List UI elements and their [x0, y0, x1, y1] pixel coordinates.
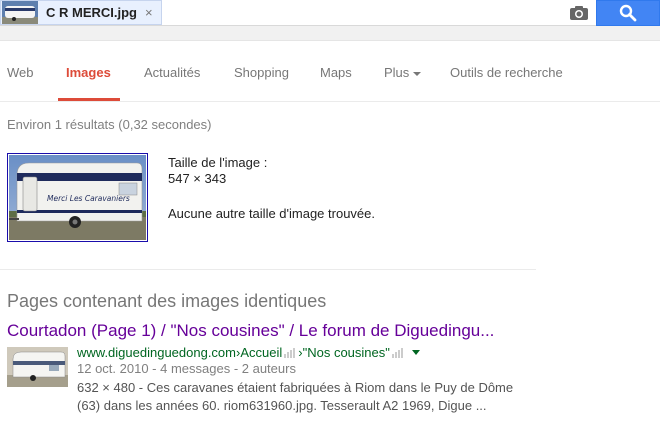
tab-actualites[interactable]: Actualités	[144, 65, 200, 80]
result-snippet: 632 × 480 - Ces caravanes étaient fabriq…	[77, 379, 517, 415]
url-part-nos-cousines[interactable]: "Nos cousines"	[303, 345, 390, 360]
url-part-accueil[interactable]: Accueil	[240, 345, 282, 360]
section-divider	[0, 269, 536, 270]
tab-web[interactable]: Web	[7, 65, 34, 80]
camera-icon[interactable]	[568, 3, 590, 23]
search-box[interactable]: C R MERCI.jpg ×	[0, 0, 596, 26]
signal-bars-icon	[391, 347, 403, 358]
url-domain[interactable]: www.diguedinguedong.com	[77, 345, 236, 360]
caravan-lettering: Merci Les Caravaniers	[47, 194, 130, 203]
image-size-info: Taille de l'image : 547 × 343	[168, 155, 267, 187]
signal-bars-icon	[284, 347, 296, 358]
query-image-filename: C R MERCI.jpg	[46, 5, 137, 20]
identical-images-heading: Pages contenant des images identiques	[7, 291, 327, 311]
tab-shopping[interactable]: Shopping	[234, 65, 289, 80]
query-image-thumbnail	[2, 1, 38, 24]
url-dropdown-arrow-icon[interactable]	[411, 350, 420, 355]
chip-close-icon[interactable]: ×	[145, 5, 153, 20]
image-size-label: Taille de l'image :	[168, 155, 268, 170]
result-url: www.diguedinguedong.com › Accueil › "Nos…	[77, 345, 420, 360]
result-thumbnail[interactable]	[7, 347, 68, 387]
tab-images[interactable]: Images	[66, 65, 111, 80]
caravan-image: Merci Les Caravaniers	[9, 155, 146, 240]
image-size-value: 547 × 343	[168, 171, 227, 186]
tab-search-tools[interactable]: Outils de recherche	[450, 65, 563, 80]
caravan-thumb-icon	[2, 1, 38, 24]
search-icon	[619, 4, 637, 22]
snippet-line-2: (63) dans les années 60. riom631960.jpg.…	[77, 398, 487, 413]
caravan-photo-icon: Merci Les Caravaniers	[9, 155, 146, 240]
no-other-sizes-text: Aucune autre taille d'image trouvée.	[168, 206, 375, 221]
tab-plus[interactable]: Plus	[384, 65, 422, 80]
search-button[interactable]	[596, 0, 660, 26]
chevron-down-icon	[413, 71, 422, 76]
active-tab-indicator	[58, 98, 120, 101]
caravan-thumbnail-icon	[7, 347, 68, 387]
result-title-link[interactable]: Courtadon (Page 1) / "Nos cousines" / Le…	[7, 321, 494, 341]
snippet-line-1: 632 × 480 - Ces caravanes étaient fabriq…	[77, 380, 514, 395]
top-search-bar: C R MERCI.jpg ×	[0, 0, 660, 41]
tab-plus-label: Plus	[384, 65, 410, 80]
matched-image[interactable]: Merci Les Caravaniers	[7, 153, 148, 242]
search-tabs: Web Images Actualités Shopping Maps Plus…	[0, 41, 660, 102]
result-meta: 12 oct. 2010 - 4 messages - 2 auteurs	[77, 361, 296, 376]
tab-maps[interactable]: Maps	[320, 65, 352, 80]
result-stats: Environ 1 résultats (0,32 secondes)	[7, 117, 212, 132]
image-query-chip[interactable]: C R MERCI.jpg ×	[0, 0, 162, 25]
